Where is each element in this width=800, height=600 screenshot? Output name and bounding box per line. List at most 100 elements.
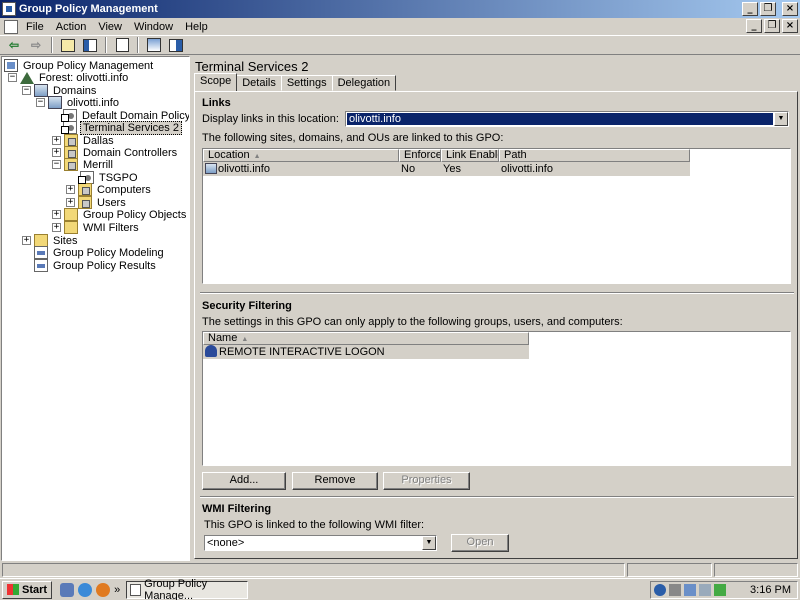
- section-divider: [200, 292, 794, 294]
- tree-item-label: Merrill: [83, 158, 113, 171]
- open-button[interactable]: Open: [451, 534, 509, 552]
- tree-item-group-policy-objects[interactable]: + Group Policy Objects: [52, 208, 188, 221]
- tree-item-label: Terminal Services 2: [80, 120, 182, 135]
- expand-icon[interactable]: +: [66, 198, 75, 207]
- column-path[interactable]: Path: [499, 149, 690, 162]
- security-filtering-list[interactable]: Name ▲ REMOTE INTERACTIVE LOGON: [202, 331, 791, 466]
- tree-item-merrill[interactable]: − Merrill: [52, 158, 115, 171]
- column-enforced[interactable]: Enforced: [399, 149, 441, 162]
- wmi-filter-value: <none>: [207, 537, 245, 549]
- document-icon[interactable]: [4, 19, 18, 34]
- tree-item-forest[interactable]: − Forest: olivotti.info: [8, 71, 130, 84]
- taskbar-button-gpmc[interactable]: Group Policy Manage...: [126, 578, 249, 600]
- show-hide-tree-icon[interactable]: [80, 37, 100, 54]
- tab-scope[interactable]: Scope: [194, 73, 238, 91]
- collapse-icon[interactable]: −: [52, 160, 61, 169]
- restore-button[interactable]: ❐: [760, 2, 776, 16]
- monitor-icon[interactable]: [699, 584, 711, 596]
- child-restore-button[interactable]: ❐: [764, 19, 780, 33]
- status-bar: [0, 562, 800, 578]
- minimize-button[interactable]: _: [742, 2, 758, 16]
- expand-icon[interactable]: +: [22, 236, 31, 245]
- tree-item-computers[interactable]: + Computers: [66, 183, 153, 196]
- tab-settings[interactable]: Settings: [280, 75, 333, 91]
- expand-icon[interactable]: +: [52, 148, 61, 157]
- expand-icon[interactable]: +: [52, 136, 61, 145]
- volume-icon[interactable]: [669, 584, 681, 596]
- column-location[interactable]: Location ▲: [203, 149, 399, 162]
- links-list[interactable]: Location▲ Enforced Link Enabled Path oli…: [202, 148, 791, 284]
- remove-button[interactable]: Remove: [292, 472, 378, 490]
- menu-action[interactable]: Action: [50, 21, 93, 33]
- column-name[interactable]: Name ▲: [203, 332, 529, 345]
- help-icon[interactable]: [654, 584, 666, 596]
- tree-item-terminal-services-2[interactable]: Terminal Services 2: [61, 120, 182, 135]
- tab-delegation[interactable]: Delegation: [331, 75, 397, 91]
- help-icon[interactable]: [144, 37, 164, 54]
- system-tray: 3:16 PM: [650, 581, 798, 599]
- cell-path: olivotti.info: [499, 162, 690, 176]
- refresh-icon[interactable]: [112, 37, 132, 54]
- collapse-icon[interactable]: −: [22, 86, 31, 95]
- back-icon[interactable]: ⇦: [4, 37, 24, 54]
- forest-icon: [20, 71, 34, 84]
- start-button[interactable]: Start: [2, 580, 53, 599]
- folder-icon: [64, 221, 78, 234]
- firefox-icon[interactable]: [96, 582, 111, 597]
- ou-icon: [78, 183, 92, 196]
- up-folder-icon[interactable]: [58, 37, 78, 54]
- modeling-icon: [34, 246, 48, 259]
- child-minimize-button[interactable]: _: [746, 19, 762, 33]
- menu-window[interactable]: Window: [128, 21, 179, 33]
- status-panel-3: [714, 563, 798, 577]
- wmi-filtering-heading: WMI Filtering: [202, 503, 272, 515]
- dropdown-arrow-icon[interactable]: ▼: [774, 112, 788, 126]
- dropdown-arrow-icon[interactable]: ▼: [422, 536, 436, 550]
- internet-explorer-icon[interactable]: [78, 582, 93, 597]
- quick-launch-more-icon[interactable]: »: [114, 584, 120, 596]
- collapse-icon[interactable]: −: [36, 98, 45, 107]
- show-desktop-icon[interactable]: [60, 582, 75, 597]
- column-link-enabled[interactable]: Link Enabled: [441, 149, 499, 162]
- forward-icon[interactable]: ⇨: [26, 37, 46, 54]
- status-panel-main: [2, 563, 625, 577]
- tree-item-label: Group Policy Management: [23, 59, 154, 72]
- windows-logo-icon: [7, 584, 19, 595]
- scope-tab-panel: Links Display links in this location: ol…: [194, 91, 798, 559]
- show-hide-action-pane-icon[interactable]: [166, 37, 186, 54]
- cell-enforced: No: [399, 162, 441, 176]
- network-icon[interactable]: [684, 584, 696, 596]
- tree-item-group-policy-modeling[interactable]: Group Policy Modeling: [34, 246, 166, 259]
- folder-icon: [64, 208, 78, 221]
- table-row[interactable]: REMOTE INTERACTIVE LOGON: [203, 345, 790, 359]
- tree-item-olivotti-info[interactable]: − olivotti.info: [36, 96, 121, 109]
- menu-help[interactable]: Help: [179, 21, 214, 33]
- collapse-icon[interactable]: −: [8, 73, 17, 82]
- tab-strip: Scope Details Settings Delegation: [194, 73, 397, 91]
- tree-item-label: Domains: [53, 84, 97, 97]
- expand-icon[interactable]: +: [66, 185, 75, 194]
- close-button[interactable]: ×: [782, 2, 798, 16]
- tree-item-label: Computers: [97, 183, 151, 196]
- table-row[interactable]: olivotti.info No Yes olivotti.info: [203, 162, 790, 176]
- tree-item-label: Forest: olivotti.info: [39, 71, 129, 84]
- links-description: The following sites, domains, and OUs ar…: [202, 132, 504, 144]
- expand-icon[interactable]: +: [52, 223, 61, 232]
- tree-item-group-policy-results[interactable]: Group Policy Results: [34, 259, 158, 272]
- tree-item-wmi-filters[interactable]: + WMI Filters: [52, 221, 141, 234]
- add-button[interactable]: Add...: [202, 472, 286, 490]
- menu-file[interactable]: File: [20, 21, 50, 33]
- wmi-filter-dropdown[interactable]: <none> ▼: [204, 535, 437, 551]
- links-location-value: olivotti.info: [347, 113, 773, 125]
- child-close-button[interactable]: ×: [782, 19, 798, 33]
- links-list-header: Location▲ Enforced Link Enabled Path: [203, 149, 790, 162]
- menu-view[interactable]: View: [92, 21, 128, 33]
- results-icon: [34, 259, 48, 272]
- properties-button[interactable]: Properties: [383, 472, 470, 490]
- tab-details[interactable]: Details: [236, 75, 282, 91]
- tree-item-label: Domain Controllers: [83, 146, 178, 159]
- domain-icon: [205, 163, 217, 174]
- expand-icon[interactable]: +: [52, 210, 61, 219]
- links-location-dropdown[interactable]: olivotti.info ▼: [345, 111, 789, 127]
- security-icon[interactable]: [714, 584, 726, 596]
